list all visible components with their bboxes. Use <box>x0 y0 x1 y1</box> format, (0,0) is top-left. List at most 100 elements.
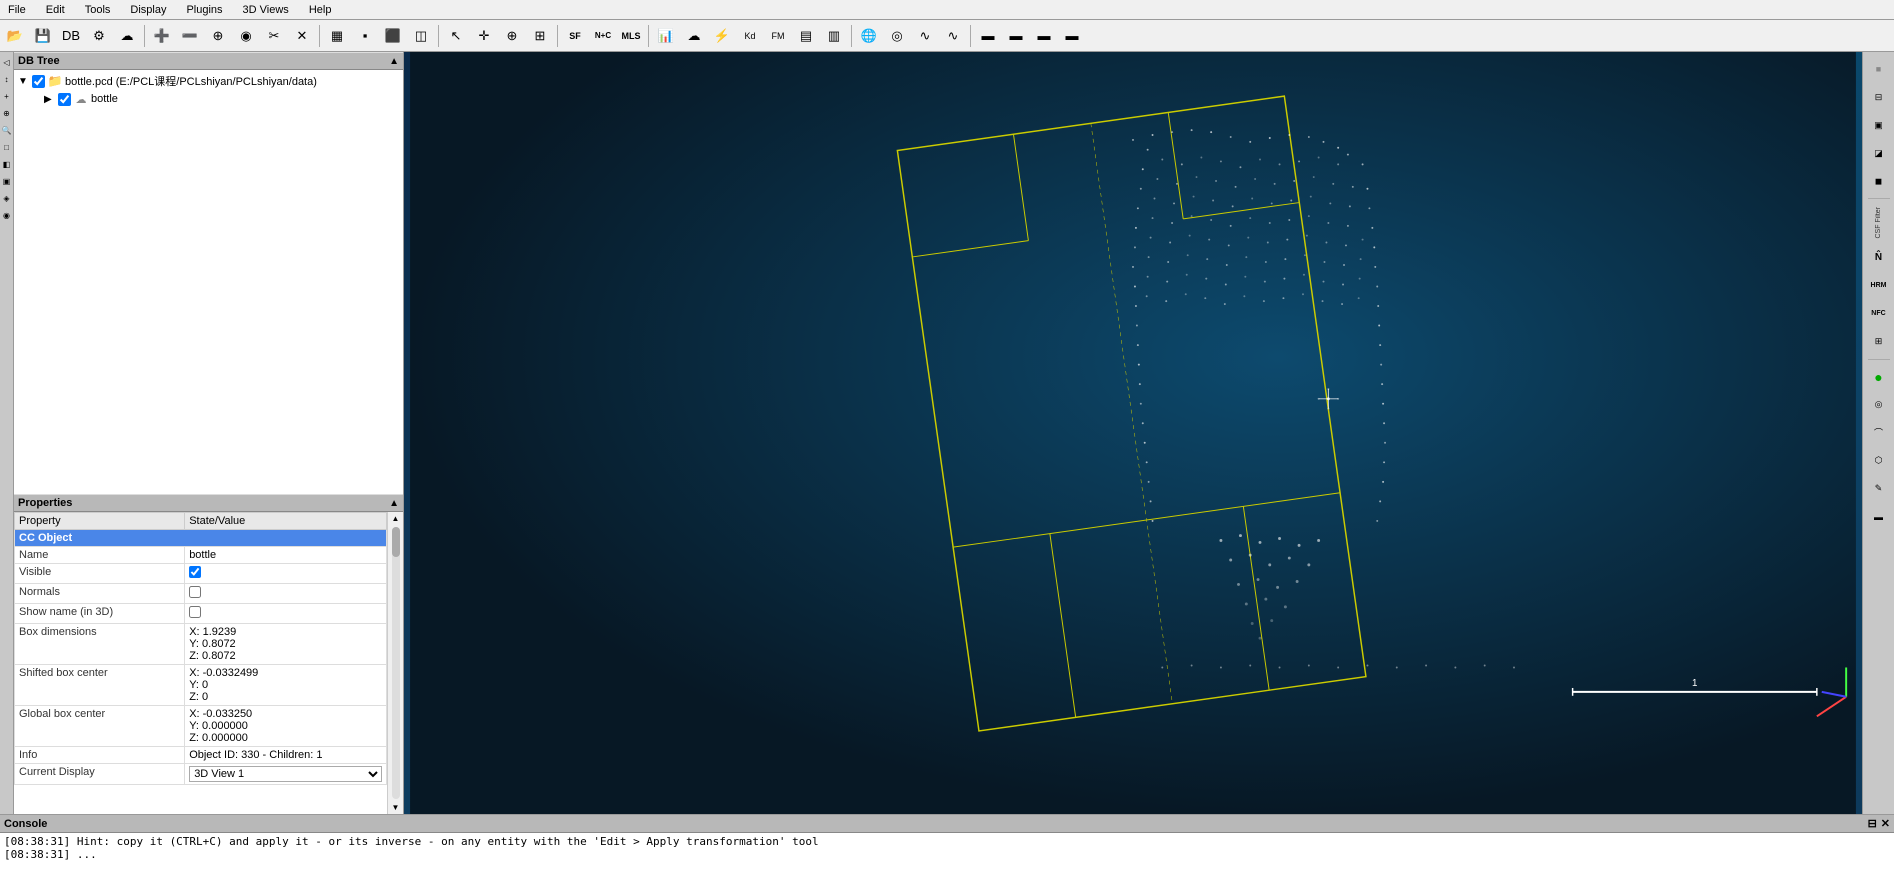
prop-value-visible[interactable] <box>185 564 387 584</box>
db-tree-maximize[interactable]: ▲ <box>389 56 399 67</box>
cloud-button[interactable]: ☁ <box>114 23 140 49</box>
prop-value-currentdisplay[interactable]: 3D View 1 <box>185 764 387 785</box>
prop-value-normals[interactable] <box>185 584 387 604</box>
rt-rog-button[interactable]: ◎ <box>1866 392 1892 418</box>
rt-n-button[interactable]: N̂ <box>1866 245 1892 271</box>
tree-arrow-bottle[interactable]: ▶ <box>44 94 56 105</box>
icon1-button[interactable]: ⚡ <box>709 23 735 49</box>
current-display-select[interactable]: 3D View 1 <box>189 766 382 782</box>
menu-help[interactable]: Help <box>305 4 336 16</box>
lv-btn3[interactable]: + <box>1 88 13 104</box>
bar3-button[interactable]: ▬ <box>1031 23 1057 49</box>
rt-btn5[interactable]: ◼ <box>1866 168 1892 194</box>
rt-green-button[interactable]: ● <box>1866 364 1892 390</box>
sample-button[interactable]: ◫ <box>408 23 434 49</box>
rt-btn3[interactable]: ▣ <box>1866 112 1892 138</box>
properties-content[interactable]: Property State/Value CC Object Name <box>14 512 387 814</box>
tree-item-bottle[interactable]: ▶ ☁ bottle <box>16 90 401 108</box>
tree-arrow-root[interactable]: ▼ <box>18 76 30 87</box>
lv-btn4[interactable]: ⊕ <box>1 105 13 121</box>
merge-button[interactable]: ⊕ <box>205 23 231 49</box>
rt-edit-button[interactable]: ✎ <box>1866 476 1892 502</box>
globe-button[interactable]: 🌐 <box>856 23 882 49</box>
globe2-button[interactable]: ◎ <box>884 23 910 49</box>
mls-button[interactable]: MLS <box>618 23 644 49</box>
menu-edit[interactable]: Edit <box>42 4 69 16</box>
add-button[interactable]: ➕ <box>149 23 175 49</box>
menu-3dviews[interactable]: 3D Views <box>239 4 293 16</box>
filter-button[interactable]: ◉ <box>233 23 259 49</box>
box-button[interactable]: ▤ <box>793 23 819 49</box>
lv-btn8[interactable]: ▣ <box>1 173 13 189</box>
prop-value-name[interactable]: bottle <box>185 547 387 564</box>
rt-shape-button[interactable]: ⬡ <box>1866 448 1892 474</box>
rt-btn4[interactable]: ◪ <box>1866 140 1892 166</box>
console-close-button[interactable]: ✕ <box>1881 817 1890 830</box>
filter2-button[interactable]: ▪ <box>352 23 378 49</box>
normals-checkbox[interactable] <box>189 586 201 598</box>
open-button[interactable]: 📂 <box>2 23 28 49</box>
stat-button[interactable]: 📊 <box>653 23 679 49</box>
pan-button[interactable]: ⊕ <box>499 23 525 49</box>
lv-btn9[interactable]: ◈ <box>1 190 13 206</box>
db-tree-content[interactable]: ▼ 📁 bottle.pcd (E:/PCL课程/PCLshiyan/PCLsh… <box>14 70 403 494</box>
visible-checkbox[interactable] <box>189 566 201 578</box>
lv-btn5[interactable]: 🔍 <box>1 122 13 138</box>
prop-value-boxdim: X: 1.9239 Y: 0.8072 Z: 0.8072 <box>185 624 387 665</box>
translate-button[interactable]: ✛ <box>471 23 497 49</box>
showname-checkbox[interactable] <box>189 606 201 618</box>
bar1-button[interactable]: ▬ <box>975 23 1001 49</box>
lv-btn6[interactable]: □ <box>1 139 13 155</box>
menu-plugins[interactable]: Plugins <box>182 4 226 16</box>
bar2-button[interactable]: ▬ <box>1003 23 1029 49</box>
console-restore-button[interactable]: ⊟ <box>1868 817 1877 830</box>
props-wrapper: Property State/Value CC Object Name <box>14 512 403 814</box>
tree-item-root[interactable]: ▼ 📁 bottle.pcd (E:/PCL课程/PCLshiyan/PCLsh… <box>16 72 401 90</box>
lv-btn2[interactable]: ↕ <box>1 71 13 87</box>
segment-button[interactable]: ✂ <box>261 23 287 49</box>
properties-scrollbar[interactable]: ▲ ▼ <box>387 512 403 814</box>
kd-button[interactable]: Kd <box>737 23 763 49</box>
zoom-button[interactable]: ⊞ <box>527 23 553 49</box>
viewport[interactable]: 1 <box>404 52 1862 814</box>
lv-btn7[interactable]: ◧ <box>1 156 13 172</box>
nc-button[interactable]: N+C <box>590 23 616 49</box>
scroll-down-arrow[interactable]: ▼ <box>390 801 402 814</box>
rt-btn2[interactable]: ⊟ <box>1866 84 1892 110</box>
cursor-button[interactable]: ↖ <box>443 23 469 49</box>
save-button[interactable]: 💾 <box>30 23 56 49</box>
properties-button[interactable]: ⚙ <box>86 23 112 49</box>
menu-file[interactable]: File <box>4 4 30 16</box>
menu-display[interactable]: Display <box>126 4 170 16</box>
delete-button[interactable]: ✕ <box>289 23 315 49</box>
sf-button[interactable]: SF <box>562 23 588 49</box>
voxel-button[interactable]: ⬛ <box>380 23 406 49</box>
scroll-up-arrow[interactable]: ▲ <box>390 512 402 525</box>
cloud2-button[interactable]: ☁ <box>681 23 707 49</box>
menu-tools[interactable]: Tools <box>81 4 115 16</box>
properties-maximize[interactable]: ▲ <box>389 498 399 509</box>
bar4-button[interactable]: ▬ <box>1059 23 1085 49</box>
tree-checkbox-bottle[interactable] <box>58 93 71 106</box>
sep4 <box>557 25 558 47</box>
grid-button[interactable]: ▦ <box>324 23 350 49</box>
fm-button[interactable]: FM <box>765 23 791 49</box>
wave-button[interactable]: ∿ <box>912 23 938 49</box>
lv-btn1[interactable]: ◁ <box>1 54 13 70</box>
scroll-track[interactable] <box>392 527 400 799</box>
wave2-button[interactable]: ∿ <box>940 23 966 49</box>
rt-hrm-button[interactable]: HRM <box>1866 273 1892 299</box>
prop-name-name: Name <box>15 547 185 564</box>
db-button[interactable]: DB <box>58 23 84 49</box>
lv-btn10[interactable]: ◉ <box>1 207 13 223</box>
subtract-button[interactable]: ➖ <box>177 23 203 49</box>
rt-arc-button[interactable]: ⌒ <box>1866 420 1892 446</box>
rt-grid-button[interactable]: ⊞ <box>1866 329 1892 355</box>
scroll-thumb[interactable] <box>392 527 400 557</box>
rt-nfc-button[interactable]: NFC <box>1866 301 1892 327</box>
rt-btn1[interactable]: ■ <box>1866 56 1892 82</box>
prop-value-showname[interactable] <box>185 604 387 624</box>
tree-checkbox-root[interactable] <box>32 75 45 88</box>
rt-bar-button[interactable]: ▬ <box>1866 504 1892 530</box>
icon2-button[interactable]: ▥ <box>821 23 847 49</box>
